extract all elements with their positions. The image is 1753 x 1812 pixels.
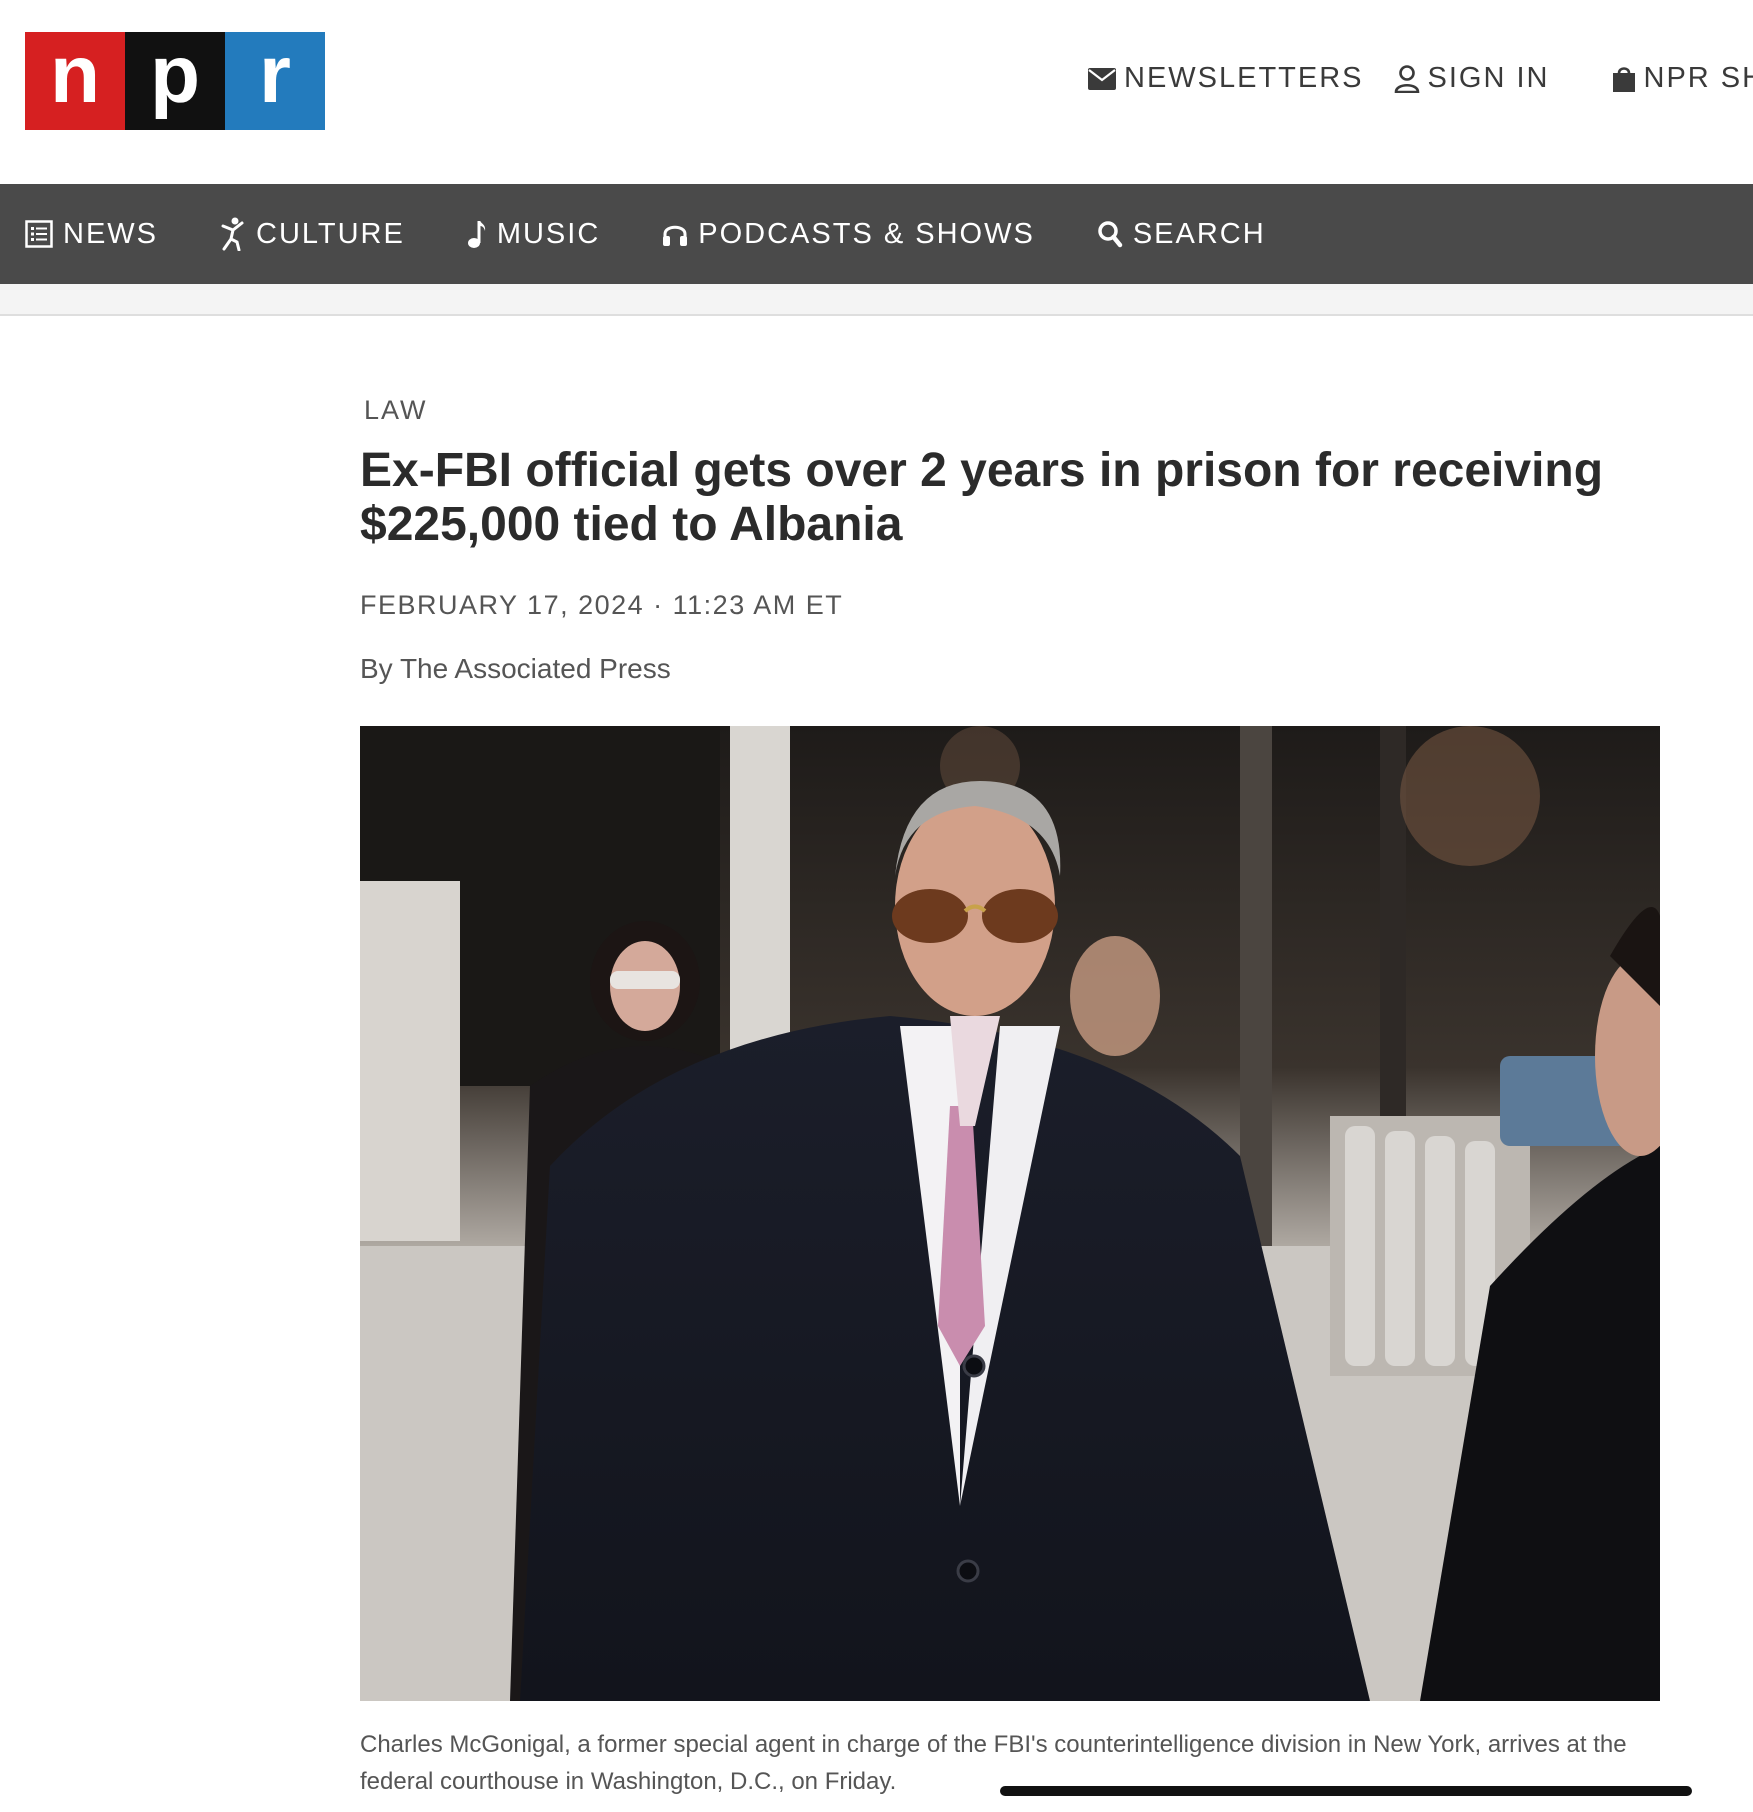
sign-in-link[interactable]: SIGN IN — [1394, 62, 1550, 95]
sub-nav-strip — [0, 284, 1753, 316]
npr-shop-label: NPR SHOP — [1643, 62, 1753, 94]
user-icon — [1394, 64, 1419, 93]
nav-news-label: NEWS — [63, 217, 158, 250]
site-header: n p r NEWSLETTERS SIGN IN NPR SHOP — [0, 0, 1753, 184]
envelope-icon — [1088, 67, 1116, 90]
logo-letter-r: r — [225, 32, 325, 130]
shopping-bag-icon — [1612, 66, 1635, 92]
search-icon — [1098, 221, 1123, 248]
nav-podcasts-label: PODCASTS & SHOWS — [698, 217, 1035, 250]
nav-item-culture[interactable]: CULTURE — [220, 217, 405, 251]
nav-music-label: MUSIC — [496, 217, 601, 250]
npr-shop-link[interactable]: NPR SHOP — [1612, 62, 1753, 95]
npr-logo[interactable]: n p r — [25, 32, 325, 130]
logo-letter-n: n — [25, 32, 125, 130]
article-headline: Ex-FBI official gets over 2 years in pri… — [360, 444, 1604, 551]
article-photo[interactable] — [360, 726, 1660, 1701]
article-header: LAW Ex-FBI official gets over 2 years in… — [360, 395, 1660, 685]
utility-nav: NEWSLETTERS SIGN IN NPR SHOP — [1088, 62, 1753, 95]
culture-icon — [221, 217, 244, 251]
nav-item-search[interactable]: SEARCH — [1097, 218, 1266, 251]
section-label[interactable]: LAW — [364, 395, 1660, 426]
news-icon — [25, 220, 53, 248]
main-nav: NEWS CULTURE MUSIC PODCASTS & SHOWS SEAR… — [0, 184, 1753, 284]
nav-item-music[interactable]: MUSIC — [467, 218, 600, 251]
nav-item-news[interactable]: NEWS — [25, 218, 158, 251]
music-note-icon — [467, 221, 485, 248]
newsletters-link[interactable]: NEWSLETTERS — [1088, 62, 1364, 95]
newsletters-label: NEWSLETTERS — [1124, 62, 1364, 94]
headphones-icon — [663, 225, 688, 246]
home-indicator[interactable] — [1000, 1786, 1692, 1796]
sign-in-label: SIGN IN — [1427, 62, 1550, 94]
photo-illustration — [360, 726, 1660, 1701]
article-byline: By The Associated Press — [360, 653, 671, 684]
logo-letter-p: p — [125, 32, 225, 130]
nav-culture-label: CULTURE — [256, 217, 405, 250]
article-dateline: FEBRUARY 17, 2024 · 11:23 AM ET — [360, 590, 844, 620]
nav-item-podcasts-shows[interactable]: PODCASTS & SHOWS — [662, 218, 1035, 251]
nav-search-label: SEARCH — [1132, 217, 1266, 250]
